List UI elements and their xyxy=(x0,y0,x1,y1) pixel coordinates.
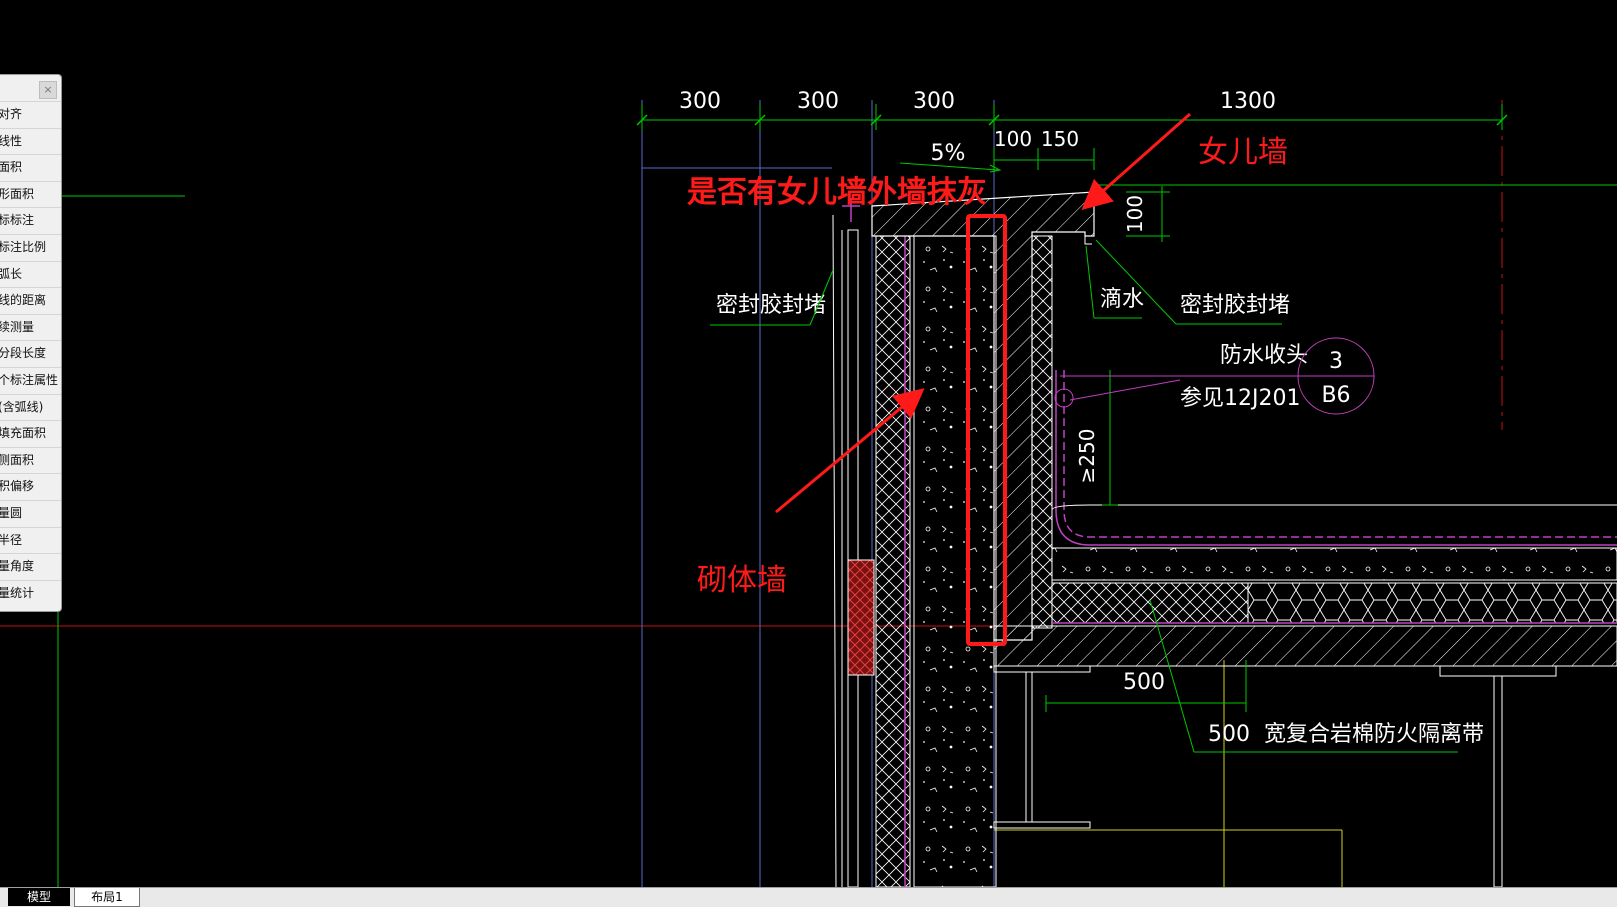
note-sealant-left: 密封胶封堵 xyxy=(716,293,826,318)
measure-tool-item[interactable]: 半径 xyxy=(0,526,61,554)
slope-label: 5% xyxy=(931,141,966,166)
note-waterproof-end: 防水收头 xyxy=(1220,343,1308,368)
annotation-masonry-wall: 砌体墙 xyxy=(697,563,787,598)
measure-tool-item[interactable]: 弧长 xyxy=(0,260,61,288)
annotation-question: 是否有女儿墙外墙抹灰 xyxy=(687,175,987,210)
dim-300-a: 300 xyxy=(679,89,721,114)
dim-300-c: 300 xyxy=(913,89,955,114)
measure-tool-item[interactable]: 标注比例 xyxy=(0,233,61,261)
dim-100-vertical: 100 xyxy=(1123,195,1147,233)
dim-100: 100 xyxy=(994,127,1032,151)
measure-tool-item[interactable]: 对齐 xyxy=(0,101,61,128)
detail-number: 3 xyxy=(1329,349,1343,374)
note-drip: 滴水 xyxy=(1100,287,1144,312)
measure-tool-item[interactable]: 线的距离 xyxy=(0,287,61,314)
rock-wool-firebreak xyxy=(1247,582,1617,624)
measure-tool-panel[interactable]: × 对齐 线性 面积 形面积 标标注 标注比例 弧长 线的距离 续测量 分段长度 个标注属性 (含弧线… xyxy=(0,74,62,612)
roof-slab xyxy=(993,625,1617,667)
top-dimension-chain[interactable]: 300 300 300 1300 100 150 5% xyxy=(636,89,1508,173)
measure-tool-item[interactable]: 面积 xyxy=(0,154,61,181)
cad-drawing-canvas[interactable]: 300 300 300 1300 100 150 5% 500 500 宽复合岩… xyxy=(0,0,1617,887)
measure-tool-item[interactable]: 续测量 xyxy=(0,313,61,341)
measure-tool-item[interactable]: 个标注属性 xyxy=(0,366,61,394)
layout-tab-bar: 模型 布局1 xyxy=(0,887,1617,907)
detail-sheet: B6 xyxy=(1321,383,1350,408)
roof-buildup[interactable] xyxy=(993,504,1617,667)
masonry-wall-body[interactable] xyxy=(913,235,997,887)
measure-tool-list: 对齐 线性 面积 形面积 标标注 标注比例 弧长 线的距离 续测量 分段长度 个标注属性 (含弧线) 填… xyxy=(0,101,61,606)
measure-tool-item[interactable]: 量角度 xyxy=(0,553,61,580)
dim-300-b: 300 xyxy=(797,89,839,114)
measure-tool-item[interactable]: 线性 xyxy=(0,127,61,155)
dim-150: 150 xyxy=(1041,127,1079,151)
measure-tool-item[interactable]: 量圆 xyxy=(0,499,61,527)
note-fire-band: 宽复合岩棉防火隔离带 xyxy=(1264,722,1484,747)
measure-tool-item[interactable]: 形面积 xyxy=(0,180,61,208)
panel-close-button[interactable]: × xyxy=(39,81,57,99)
roof-insulation-a xyxy=(1051,582,1249,624)
measure-tool-item[interactable]: 标标注 xyxy=(0,207,61,234)
note-sealant-right: 密封胶封堵 xyxy=(1180,293,1290,318)
dim-500-a: 500 xyxy=(1123,670,1165,695)
facade-layers[interactable] xyxy=(832,214,997,887)
measure-tool-item[interactable]: 量统计 xyxy=(0,579,61,607)
measure-tool-item[interactable]: 分段长度 xyxy=(0,340,61,367)
firestop-brick-band xyxy=(847,559,875,676)
dim-500-b: 500 xyxy=(1208,722,1250,747)
tab-model[interactable]: 模型 xyxy=(8,888,70,906)
annotation-parapet: 女儿墙 xyxy=(1198,135,1288,170)
parapet-inner-insulation xyxy=(1031,235,1053,629)
measure-tool-item[interactable]: 侧面积 xyxy=(0,446,61,474)
reference-lines xyxy=(0,100,1617,887)
steel-beams[interactable] xyxy=(993,665,1557,887)
dim-250-vertical: ≥250 xyxy=(1075,429,1099,484)
measure-tool-item[interactable]: 积偏移 xyxy=(0,473,61,500)
tab-layout1[interactable]: 布局1 xyxy=(74,888,140,907)
measure-tool-item[interactable]: (含弧线) xyxy=(0,393,61,421)
note-reference: 参见12J201 xyxy=(1180,386,1300,411)
dim-1300: 1300 xyxy=(1220,89,1276,114)
measure-tool-item[interactable]: 填充面积 xyxy=(0,420,61,447)
roof-screed xyxy=(1051,547,1617,581)
